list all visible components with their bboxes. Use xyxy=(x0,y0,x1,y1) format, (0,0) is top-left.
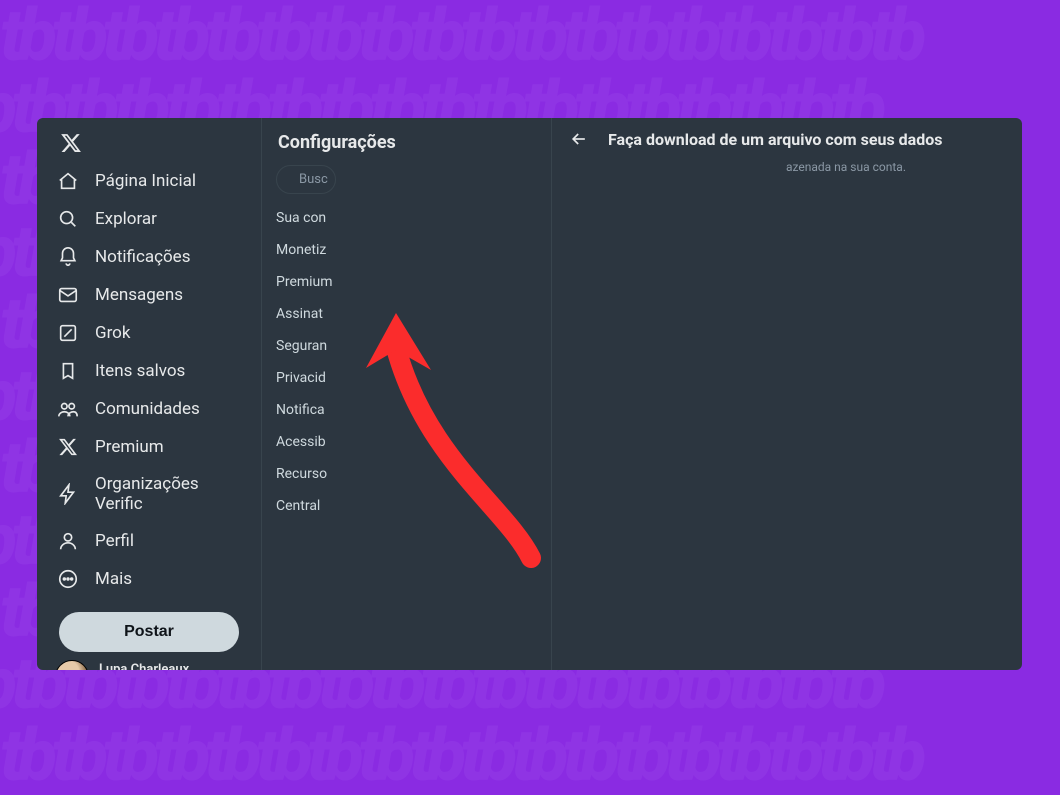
nav-item-messages[interactable]: Mensagens xyxy=(45,276,253,314)
account-name: Lupa Charleaux xyxy=(99,663,189,670)
home-icon xyxy=(57,170,79,192)
nav-item-more[interactable]: Mais xyxy=(45,560,253,598)
detail-title: Faça download de um arquivo com seus dad… xyxy=(608,130,942,149)
settings-title: Configurações xyxy=(278,132,535,153)
nav-label: Página Inicial xyxy=(95,171,196,191)
nav-label: Comunidades xyxy=(95,399,200,419)
primary-nav: Página Inicial Explorar Notificações Men… xyxy=(45,162,253,598)
settings-item[interactable]: Sua con xyxy=(276,210,537,226)
settings-item[interactable]: Assinat xyxy=(276,306,537,322)
settings-item[interactable]: Privacid xyxy=(276,370,537,386)
communities-icon xyxy=(57,398,79,420)
nav-item-grok[interactable]: Grok xyxy=(45,314,253,352)
sidebar: Página Inicial Explorar Notificações Men… xyxy=(37,118,262,670)
nav-label: Mais xyxy=(95,569,132,589)
settings-item[interactable]: Premium xyxy=(276,274,537,290)
nav-item-explore[interactable]: Explorar xyxy=(45,200,253,238)
settings-item[interactable]: Central xyxy=(276,498,537,514)
nav-item-bookmarks[interactable]: Itens salvos xyxy=(45,352,253,390)
x-logo-icon[interactable] xyxy=(55,132,87,154)
settings-item[interactable]: Monetiz xyxy=(276,242,537,258)
nav-item-verified-orgs[interactable]: Organizações Verific xyxy=(45,466,253,522)
nav-label: Organizações Verific xyxy=(95,474,241,514)
detail-column: Faça download de um arquivo com seus dad… xyxy=(552,118,1022,670)
x-logo-icon xyxy=(57,436,79,458)
nav-item-profile[interactable]: Perfil xyxy=(45,522,253,560)
search-icon xyxy=(57,208,79,230)
settings-item[interactable]: Recurso xyxy=(276,466,537,482)
nav-label: Mensagens xyxy=(95,285,183,305)
nav-label: Perfil xyxy=(95,531,134,551)
nav-label: Grok xyxy=(95,323,131,343)
detail-subtitle: azenada na sua conta. xyxy=(568,160,1006,174)
settings-item[interactable]: Seguran xyxy=(276,338,537,354)
settings-item[interactable]: Acessib xyxy=(276,434,537,450)
settings-list: Sua con Monetiz Premium Assinat Seguran … xyxy=(276,210,537,514)
bookmark-icon xyxy=(57,360,79,382)
bolt-icon xyxy=(57,483,79,505)
settings-item[interactable]: Notifica xyxy=(276,402,537,418)
settings-column: Configurações Busc Sua con Monetiz Premi… xyxy=(262,118,552,670)
nav-item-communities[interactable]: Comunidades xyxy=(45,390,253,428)
nav-label: Itens salvos xyxy=(95,361,185,381)
profile-icon xyxy=(57,530,79,552)
settings-search[interactable]: Busc xyxy=(276,165,336,194)
nav-label: Premium xyxy=(95,437,164,457)
nav-item-notifications[interactable]: Notificações xyxy=(45,238,253,276)
avatar xyxy=(55,660,89,670)
nav-label: Explorar xyxy=(95,209,157,229)
grok-icon xyxy=(57,322,79,344)
nav-item-premium[interactable]: Premium xyxy=(45,428,253,466)
mail-icon xyxy=(57,284,79,306)
account-switcher[interactable]: Lupa Charleaux @CharleauxLupa ··· xyxy=(45,652,253,670)
detail-subtitle-text: azenada na sua conta. xyxy=(786,160,906,174)
more-icon xyxy=(57,568,79,590)
nav-label: Notificações xyxy=(95,247,190,267)
ellipsis-icon: ··· xyxy=(223,667,243,671)
account-text: Lupa Charleaux @CharleauxLupa xyxy=(99,663,189,670)
nav-item-home[interactable]: Página Inicial xyxy=(45,162,253,200)
search-placeholder: Busc xyxy=(299,172,328,187)
back-arrow-icon[interactable] xyxy=(568,128,590,150)
post-button[interactable]: Postar xyxy=(59,612,239,652)
app-frame: Página Inicial Explorar Notificações Men… xyxy=(37,118,1022,670)
bell-icon xyxy=(57,246,79,268)
detail-header: Faça download de um arquivo com seus dad… xyxy=(568,128,1006,150)
